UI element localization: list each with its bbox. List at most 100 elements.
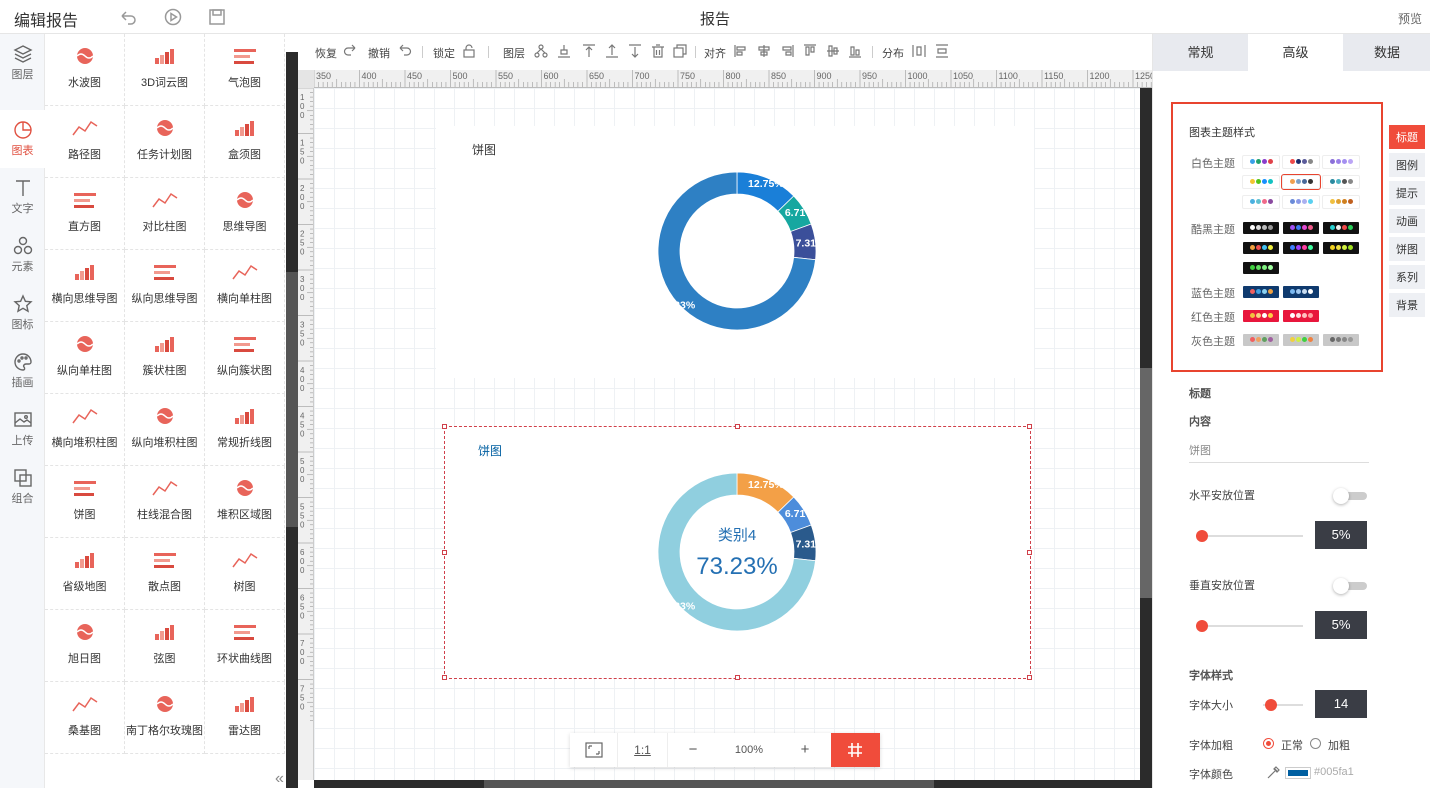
resize-handle[interactable] [1027, 424, 1032, 429]
actual-size-button[interactable]: 1:1 [618, 733, 668, 767]
palette-item[interactable]: 省级地图 [45, 538, 125, 610]
redo-icon[interactable] [343, 44, 357, 58]
tab-advanced[interactable]: 高级 [1248, 34, 1343, 71]
theme-swatch[interactable] [1283, 222, 1319, 234]
palette-item[interactable]: 饼图 [45, 466, 125, 538]
distribute-horizontal-icon[interactable] [912, 44, 926, 58]
tab-general[interactable]: 常规 [1153, 34, 1248, 71]
nav-elements[interactable]: 元素 [0, 226, 45, 284]
resize-handle[interactable] [442, 424, 447, 429]
undo-icon[interactable] [118, 7, 138, 27]
palette-item[interactable]: 纵向簇状图 [205, 322, 285, 394]
theme-swatch[interactable] [1243, 334, 1279, 346]
move-top-icon[interactable] [582, 44, 596, 58]
theme-swatch[interactable] [1243, 262, 1279, 274]
side-tab[interactable]: 动画 [1389, 209, 1425, 235]
nav-text[interactable]: 文字 [0, 168, 45, 226]
v-pos-slider[interactable] [1196, 620, 1303, 632]
palette-item[interactable]: 路径图 [45, 106, 125, 178]
theme-swatch[interactable] [1243, 196, 1279, 208]
palette-item[interactable]: 横向单柱图 [205, 250, 285, 322]
palette-scrollbar[interactable] [286, 52, 298, 788]
align-right-icon[interactable] [780, 44, 794, 58]
palette-item[interactable]: 纵向堆积柱图 [125, 394, 205, 466]
zoom-out-button[interactable]: − [668, 733, 718, 767]
align-middle-icon[interactable] [826, 44, 840, 58]
theme-swatch[interactable] [1283, 156, 1319, 168]
chart-card-1[interactable]: 饼图 12.75% 6.71% 7.31% 73.23% [436, 126, 1034, 378]
v-pos-knob[interactable] [1196, 620, 1208, 632]
palette-item[interactable]: 雷达图 [205, 682, 285, 754]
fit-screen-button[interactable] [570, 733, 618, 767]
theme-swatch[interactable] [1323, 334, 1359, 346]
palette-item[interactable]: 对比柱图 [125, 178, 205, 250]
bring-front-icon[interactable] [557, 44, 571, 58]
align-top-icon[interactable] [803, 44, 817, 58]
align-button[interactable]: 对齐 [704, 45, 726, 61]
palette-item[interactable]: 纵向单柱图 [45, 322, 125, 394]
nav-layers[interactable]: 图层 [0, 34, 45, 92]
palette-item[interactable]: 直方图 [45, 178, 125, 250]
zoom-in-button[interactable]: + [780, 733, 830, 767]
side-tab[interactable]: 标题 [1389, 125, 1425, 151]
theme-swatch[interactable] [1243, 286, 1279, 298]
undo-arrow-icon[interactable] [398, 44, 412, 58]
weight-normal-radio[interactable] [1263, 738, 1274, 749]
side-tab[interactable]: 提示 [1389, 181, 1425, 207]
resize-handle[interactable] [735, 675, 740, 680]
v-pos-value[interactable]: 5% [1315, 611, 1367, 639]
theme-swatch[interactable] [1283, 334, 1319, 346]
design-canvas[interactable]: 饼图 12.75% 6.71% 7.31% 73.23% 饼图 12.75% 6.71%… [314, 88, 1140, 780]
nav-illustrations[interactable]: 插画 [0, 342, 45, 400]
grid-toggle-button[interactable] [831, 733, 880, 767]
restore-button[interactable]: 恢复 [315, 45, 337, 61]
theme-swatch[interactable] [1243, 156, 1279, 168]
v-pos-toggle[interactable] [1333, 578, 1367, 594]
eyedropper-icon[interactable] [1267, 765, 1281, 779]
theme-swatch[interactable] [1283, 286, 1319, 298]
palette-item[interactable]: 桑基图 [45, 682, 125, 754]
resize-handle[interactable] [442, 675, 447, 680]
canvas-vertical-scrollbar[interactable] [1140, 88, 1152, 780]
resize-handle[interactable] [1027, 550, 1032, 555]
h-pos-slider[interactable] [1196, 530, 1303, 542]
palette-item[interactable]: 散点图 [125, 538, 205, 610]
theme-swatch[interactable] [1323, 156, 1359, 168]
move-down-icon[interactable] [628, 44, 642, 58]
nav-icons[interactable]: 图标 [0, 284, 45, 342]
distribute-vertical-icon[interactable] [935, 44, 949, 58]
palette-item[interactable]: 簇状柱图 [125, 322, 205, 394]
layer-button[interactable]: 图层 [503, 45, 525, 61]
palette-item[interactable]: 南丁格尔玫瑰图 [125, 682, 205, 754]
theme-swatch[interactable] [1281, 174, 1321, 190]
side-tab[interactable]: 系列 [1389, 265, 1425, 291]
collapse-icon[interactable]: « [275, 770, 284, 788]
theme-swatch[interactable] [1323, 222, 1359, 234]
resize-handle[interactable] [1027, 675, 1032, 680]
palette-item[interactable]: 旭日图 [45, 610, 125, 682]
font-size-value[interactable]: 14 [1315, 690, 1367, 718]
palette-item[interactable]: 横向思维导图 [45, 250, 125, 322]
font-color-swatch[interactable] [1285, 767, 1311, 779]
play-icon[interactable] [163, 7, 183, 27]
move-up-icon[interactable] [605, 44, 619, 58]
palette-item[interactable]: 纵向思维导图 [125, 250, 205, 322]
theme-swatch[interactable] [1323, 176, 1359, 188]
theme-swatch[interactable] [1243, 176, 1279, 188]
theme-swatch[interactable] [1323, 242, 1359, 254]
theme-swatch[interactable] [1243, 242, 1279, 254]
side-tab[interactable]: 背景 [1389, 293, 1425, 319]
palette-item[interactable]: 水波图 [45, 34, 125, 106]
palette-item[interactable]: 弦图 [125, 610, 205, 682]
layer-tree-icon[interactable] [534, 44, 548, 58]
resize-handle[interactable] [735, 424, 740, 429]
palette-item[interactable]: 常规折线图 [205, 394, 285, 466]
theme-swatch[interactable] [1243, 222, 1279, 234]
theme-swatch[interactable] [1243, 310, 1279, 322]
theme-swatch[interactable] [1283, 310, 1319, 322]
side-tab[interactable]: 饼图 [1389, 237, 1425, 263]
align-left-icon[interactable] [734, 44, 748, 58]
palette-item[interactable]: 堆积区域图 [205, 466, 285, 538]
side-tab[interactable]: 图例 [1389, 153, 1425, 179]
tab-data[interactable]: 数据 [1343, 34, 1430, 71]
